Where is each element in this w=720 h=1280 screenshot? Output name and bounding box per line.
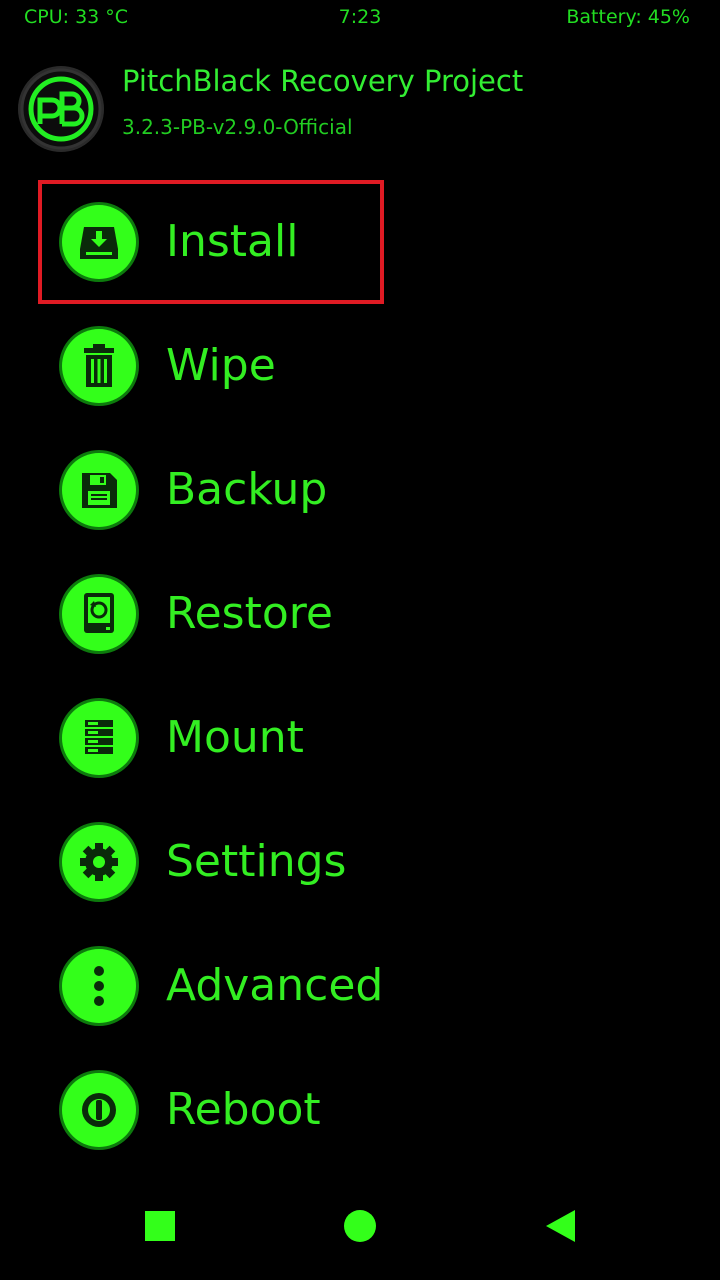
menu-label-reboot: Reboot	[166, 1084, 321, 1135]
menu-item-settings[interactable]: Settings	[38, 800, 384, 924]
menu-label-wipe: Wipe	[166, 340, 276, 391]
menu-item-install[interactable]: Install	[38, 180, 384, 304]
menu-label-advanced: Advanced	[166, 960, 384, 1011]
app-title: PitchBlack Recovery Project	[122, 64, 524, 98]
app-header: PitchBlack Recovery Project 3.2.3-PB-v2.…	[0, 60, 720, 160]
floppy-disk-icon	[62, 453, 136, 527]
navigation-bar	[0, 1180, 720, 1280]
install-icon	[62, 205, 136, 279]
menu-item-mount[interactable]: Mount	[38, 676, 384, 800]
menu-item-backup[interactable]: Backup	[38, 428, 384, 552]
status-bar: CPU: 33 °C 7:23 Battery: 45%	[0, 0, 720, 34]
menu-label-backup: Backup	[166, 464, 328, 515]
battery-level: Battery: 45%	[566, 6, 690, 28]
gear-icon	[62, 825, 136, 899]
trash-icon	[62, 329, 136, 403]
home-circle-icon[interactable]	[330, 1202, 390, 1250]
app-version: 3.2.3-PB-v2.9.0-Official	[122, 115, 353, 139]
recents-square-icon[interactable]	[130, 1202, 190, 1250]
pitchblack-logo-icon	[18, 66, 104, 152]
menu-label-mount: Mount	[166, 712, 304, 763]
server-icon	[62, 701, 136, 775]
power-icon	[62, 1073, 136, 1147]
back-triangle-icon[interactable]	[530, 1202, 590, 1250]
menu-label-install: Install	[166, 216, 299, 267]
menu-item-restore[interactable]: Restore	[38, 552, 384, 676]
menu-item-wipe[interactable]: Wipe	[38, 304, 384, 428]
restore-icon	[62, 577, 136, 651]
menu-item-reboot[interactable]: Reboot	[38, 1048, 384, 1172]
menu-label-restore: Restore	[166, 588, 333, 639]
more-vertical-icon	[62, 949, 136, 1023]
menu-label-settings: Settings	[166, 836, 347, 887]
menu-item-advanced[interactable]: Advanced	[38, 924, 384, 1048]
